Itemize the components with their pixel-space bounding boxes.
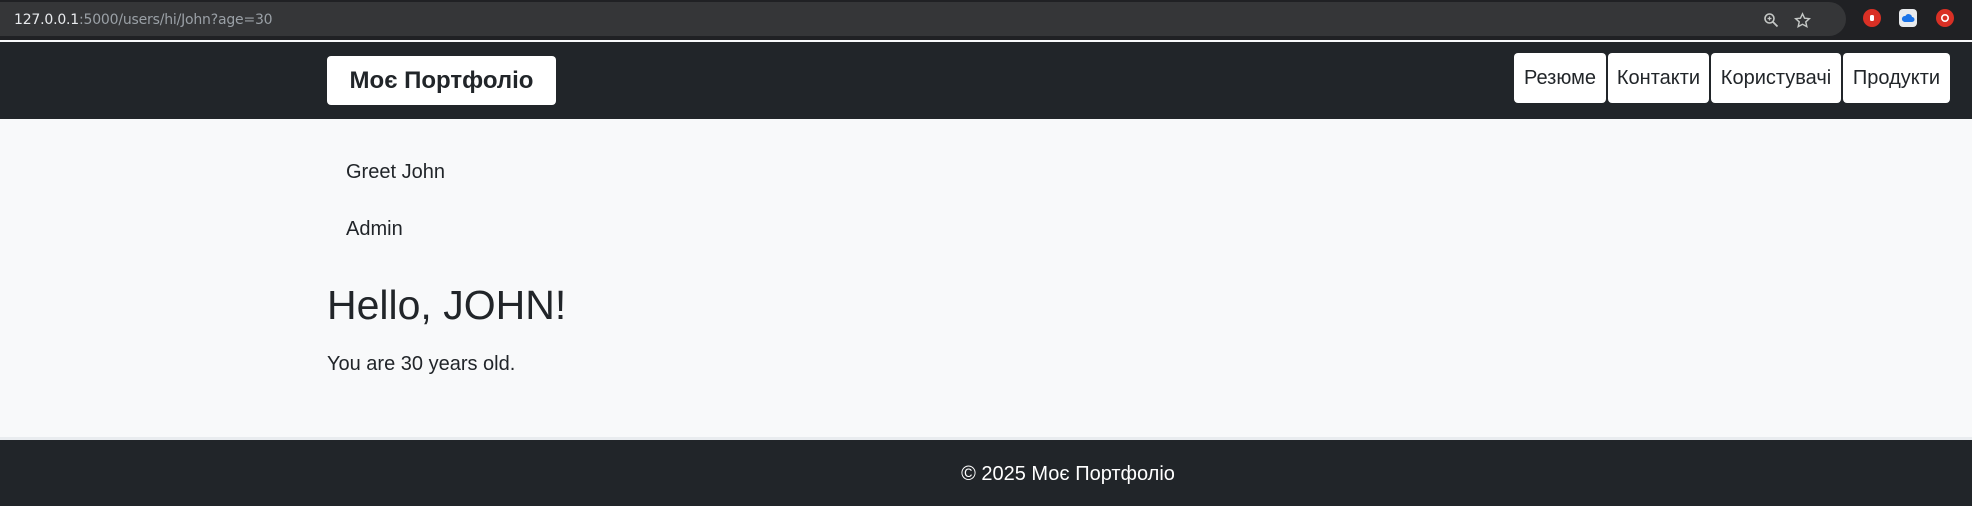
browser-chrome: 127.0.0.1:5000/users/hi/John?age=30 xyxy=(0,0,1972,40)
site-navbar: Моє Портфоліо Резюме Контакти Користувач… xyxy=(0,42,1972,119)
nav-link-products[interactable]: Продукти xyxy=(1843,53,1950,103)
address-bar[interactable]: 127.0.0.1:5000/users/hi/John?age=30 xyxy=(0,2,1846,36)
nav-links: Резюме Контакти Користувачі Продукти xyxy=(1514,53,1950,103)
nav-link-contacts[interactable]: Контакти xyxy=(1608,53,1709,103)
url-path: :5000/users/hi/John?age=30 xyxy=(79,12,273,28)
main-content: Greet John Admin Hello, JOHN! You are 30… xyxy=(0,119,1972,437)
zoom-icon[interactable] xyxy=(1761,10,1781,30)
nav-link-resume[interactable]: Резюме xyxy=(1514,53,1606,103)
footer-copyright: © 2025 Моє Портфоліо xyxy=(961,463,1175,485)
bookmark-star-icon[interactable] xyxy=(1792,10,1812,30)
site-footer: © 2025 Моє Портфоліо xyxy=(0,437,1972,506)
extension-cloud-icon[interactable] xyxy=(1899,9,1917,27)
brand-link[interactable]: Моє Портфоліо xyxy=(327,56,556,105)
admin-link[interactable]: Admin xyxy=(346,218,403,241)
age-text: You are 30 years old. xyxy=(327,353,516,375)
url-host: 127.0.0.1 xyxy=(14,12,79,28)
nav-link-users[interactable]: Користувачі xyxy=(1711,53,1841,103)
url-text[interactable]: 127.0.0.1:5000/users/hi/John?age=30 xyxy=(14,12,273,28)
page-heading: Hello, JOHN! xyxy=(327,282,567,328)
extension-red-icon[interactable] xyxy=(1936,9,1954,27)
greet-john-link[interactable]: Greet John xyxy=(346,161,445,184)
extension-adblock-icon[interactable] xyxy=(1863,9,1881,27)
